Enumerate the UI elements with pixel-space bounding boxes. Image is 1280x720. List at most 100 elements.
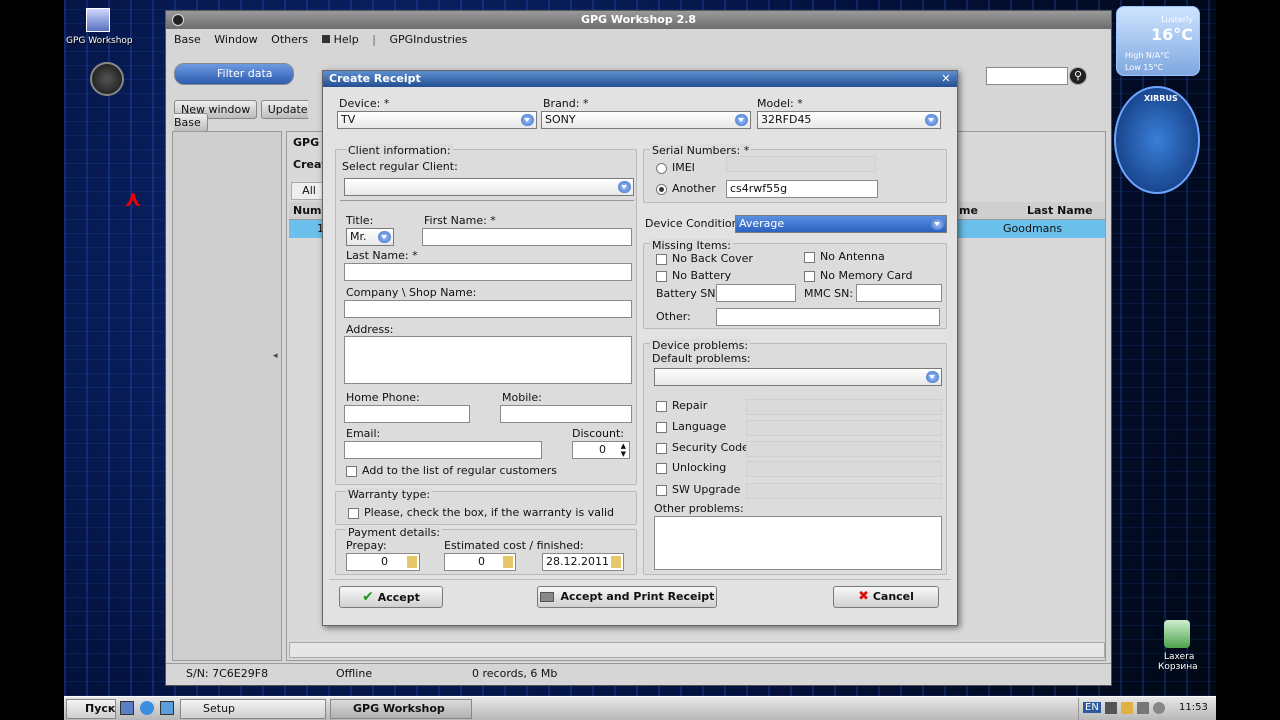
tab-gpg[interactable]: GPG <box>293 136 319 149</box>
calculator-icon[interactable] <box>503 556 513 568</box>
warranty-checkbox[interactable] <box>348 508 359 519</box>
condition-select[interactable]: Average <box>735 215 947 233</box>
calculator-icon[interactable] <box>407 556 417 568</box>
cancel-button[interactable]: ✖ Cancel <box>833 586 939 608</box>
wifi-gadget[interactable]: XIRRUS <box>1114 86 1200 194</box>
toolbar-row: New window Update Base <box>174 100 324 132</box>
estimated-label: Estimated cost / finished: <box>444 539 584 552</box>
taskbar-setup[interactable]: Setup <box>180 699 326 719</box>
taskbar-gpg-workshop[interactable]: GPG Workshop <box>330 699 472 719</box>
model-select[interactable]: 32RFD45 <box>757 111 941 129</box>
status-bar: S/N: 7C6E29F8 Offline 0 records, 6 Mb <box>166 663 1111 683</box>
first-name-input[interactable] <box>422 228 632 246</box>
splitter-handle[interactable]: ◂ <box>273 351 279 441</box>
col-num[interactable]: Num <box>293 204 322 217</box>
right-letterbox <box>1216 0 1280 720</box>
company-input[interactable] <box>344 300 632 318</box>
sw-upgrade-checkbox[interactable] <box>656 485 667 496</box>
app-menu-icon[interactable] <box>172 14 184 26</box>
gpg-workshop-desktop-icon[interactable] <box>86 8 110 32</box>
filter-data-button[interactable]: Filter data <box>174 63 294 85</box>
menu-others[interactable]: Others <box>271 33 308 46</box>
no-memory-card-label: No Memory Card <box>820 269 913 282</box>
calendar-icon[interactable] <box>611 556 621 568</box>
repair-checkbox[interactable] <box>656 401 667 412</box>
address-input[interactable] <box>344 336 632 384</box>
mobile-input[interactable] <box>500 405 632 423</box>
missing-items-label: Missing Items: <box>650 239 733 252</box>
discount-stepper[interactable]: 0 ▲ ▼ <box>572 441 630 459</box>
brand-select[interactable]: SONY <box>541 111 751 129</box>
accept-label: Accept <box>377 591 420 604</box>
recycle-bin-icon[interactable] <box>1164 620 1190 648</box>
search-icon[interactable]: ⚲ <box>1069 67 1087 85</box>
last-name-label: Last Name: * <box>346 249 418 262</box>
menu-gpgindustries[interactable]: GPGIndustries <box>389 33 467 46</box>
other-input[interactable] <box>716 308 940 326</box>
battery-sn-input[interactable] <box>716 284 796 302</box>
horizontal-scrollbar[interactable] <box>289 642 1105 658</box>
menu-help[interactable]: Help <box>334 33 359 46</box>
regular-client-select[interactable] <box>344 178 634 196</box>
accept-print-label: Accept and Print Receipt <box>560 590 715 603</box>
language-indicator[interactable]: EN <box>1083 702 1101 713</box>
help-icon <box>321 35 330 43</box>
clock[interactable]: 11:53 <box>1179 702 1208 713</box>
title-value: Mr. <box>350 230 367 243</box>
accept-print-button[interactable]: Accept and Print Receipt <box>537 586 717 608</box>
finished-date-input[interactable]: 28.12.2011 <box>542 553 624 571</box>
menu-window[interactable]: Window <box>214 33 257 46</box>
power-icon[interactable] <box>1153 702 1165 714</box>
other-problems-input[interactable] <box>654 516 942 570</box>
accept-button[interactable]: ✔ Accept <box>339 586 443 608</box>
home-phone-input[interactable] <box>344 405 470 423</box>
security-code-checkbox[interactable] <box>656 443 667 454</box>
col-name[interactable]: me <box>959 204 978 217</box>
client-info-label: Client information: <box>346 144 453 157</box>
no-battery-checkbox[interactable] <box>656 271 667 282</box>
mmc-sn-input[interactable] <box>856 284 942 302</box>
recycle-bin-label1: Laxera <box>1164 652 1195 662</box>
mobile-label: Mobile: <box>502 391 542 404</box>
client-info-group: Client information: Select regular Clien… <box>335 144 637 485</box>
another-radio[interactable] <box>656 184 667 195</box>
unlocking-checkbox[interactable] <box>656 463 667 474</box>
device-select[interactable]: TV <box>337 111 537 129</box>
menu-base[interactable]: Base <box>174 33 201 46</box>
divider <box>340 200 634 201</box>
search-input[interactable] <box>986 67 1068 85</box>
weather-gadget[interactable]: Lusterly 16°C High N/A°C Low 15°C <box>1116 6 1200 76</box>
close-icon[interactable]: ✕ <box>939 72 953 85</box>
no-back-cover-checkbox[interactable] <box>656 254 667 265</box>
title-select[interactable]: Mr. <box>346 228 394 246</box>
spin-arrows-icon[interactable]: ▲ ▼ <box>621 442 626 458</box>
serial-input[interactable]: cs4rwf55g <box>726 180 878 198</box>
start-button[interactable]: Пуск <box>66 699 116 719</box>
explorer-icon[interactable] <box>160 701 174 715</box>
imei-label: IMEI <box>672 161 695 174</box>
col-last-name[interactable]: Last Name <box>1027 204 1093 217</box>
language-label: Language <box>672 420 727 433</box>
sw-upgrade-label: SW Upgrade <box>672 483 741 496</box>
prepay-input[interactable]: 0 <box>346 553 420 571</box>
network-icon[interactable] <box>1105 702 1117 714</box>
browser-icon[interactable] <box>140 701 154 715</box>
volume-icon[interactable] <box>1137 702 1149 714</box>
no-antenna-checkbox[interactable] <box>804 252 815 263</box>
add-regular-checkbox[interactable] <box>346 466 357 477</box>
prepay-label: Prepay: <box>346 539 387 552</box>
default-problems-select[interactable] <box>654 368 942 386</box>
last-name-input[interactable] <box>344 263 632 281</box>
show-desktop-icon[interactable] <box>120 701 134 715</box>
imei-radio[interactable] <box>656 163 667 174</box>
desktop-icon-label: GPG Workshop <box>66 36 133 46</box>
repair-input-disabled <box>746 399 942 415</box>
email-input[interactable] <box>344 441 542 459</box>
estimated-input[interactable]: 0 <box>444 553 516 571</box>
default-problems-label: Default problems: <box>652 352 751 365</box>
language-checkbox[interactable] <box>656 422 667 433</box>
shield-icon[interactable] <box>1121 702 1133 714</box>
app-title: GPG Workshop 2.8 <box>166 11 1111 29</box>
no-memory-card-checkbox[interactable] <box>804 271 815 282</box>
device-row: Device: * TV Brand: * SONY Model: * 32RF… <box>329 91 951 131</box>
